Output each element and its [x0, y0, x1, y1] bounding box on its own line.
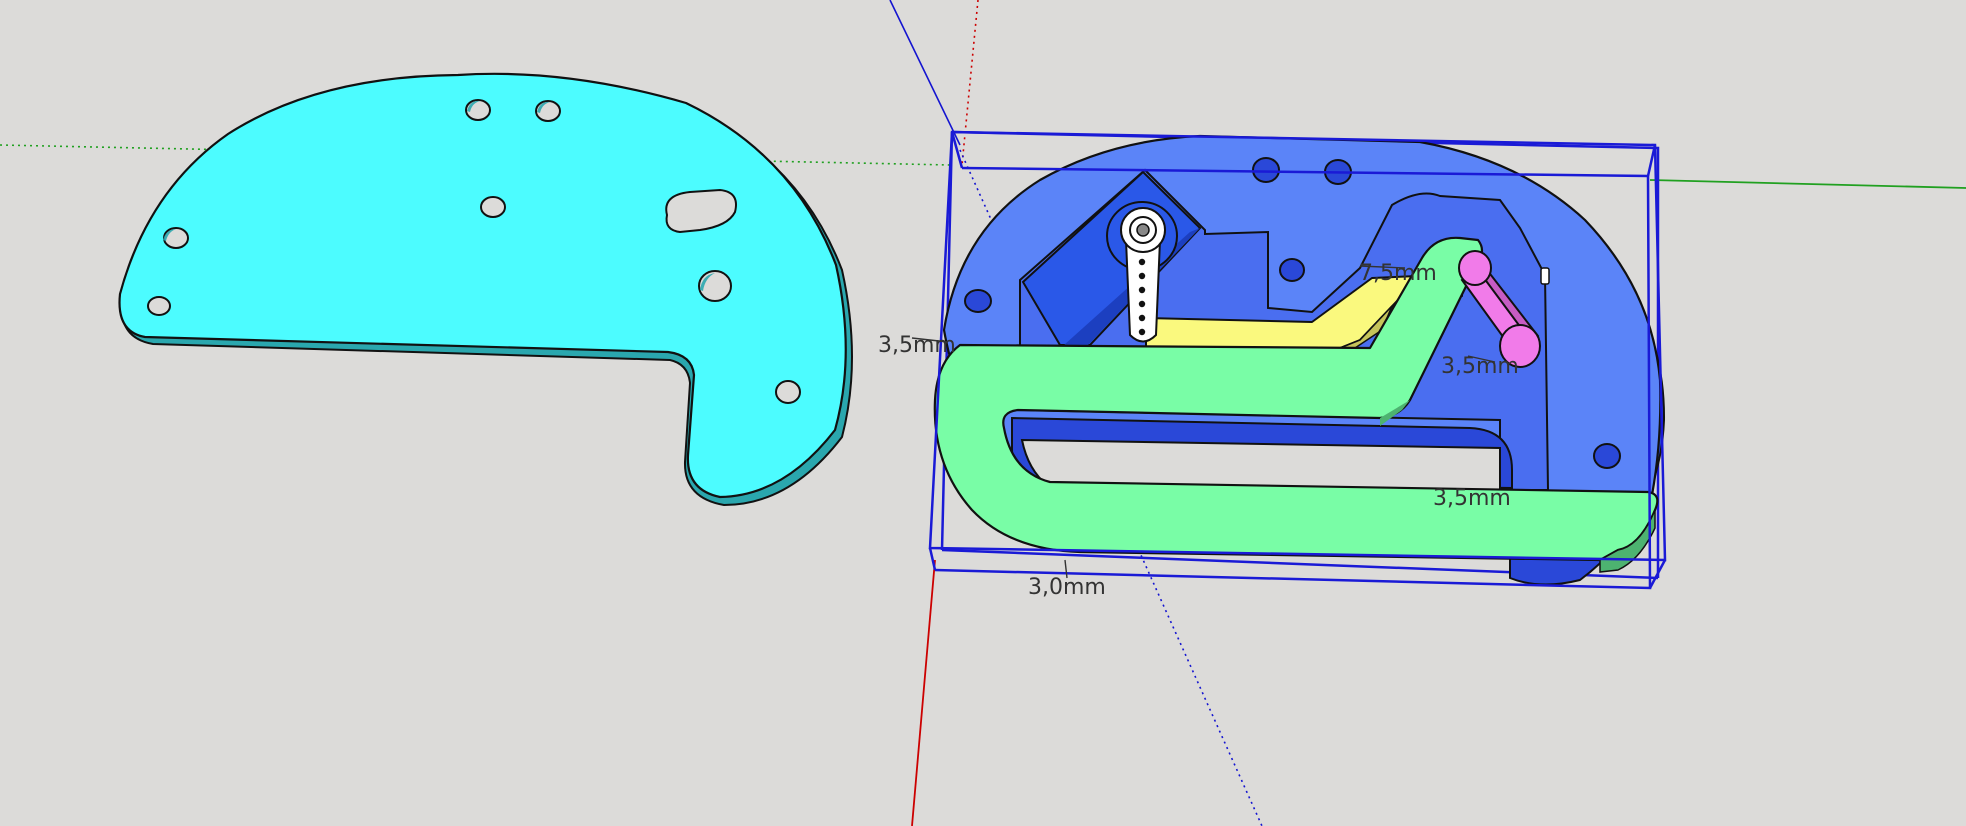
green-axis — [1649, 179, 1966, 189]
red-axis-dotted — [961, 0, 979, 166]
dimension-green-arm: 3,5mm — [1433, 486, 1511, 511]
dimension-bottom: 3,0mm — [1028, 575, 1106, 600]
cyan-plate[interactable] — [118, 72, 853, 506]
blue-axis — [889, 0, 961, 146]
cyan-plate-top — [118, 72, 847, 499]
blue-assembly[interactable] — [928, 130, 1667, 590]
modeling-viewport[interactable]: 3,5mm 7,5mm 3,5mm 3,5mm 3,0mm — [0, 0, 1966, 826]
dimension-top-arm: 7,5mm — [1359, 261, 1437, 286]
dimension-left-plate: 3,5mm — [878, 333, 956, 358]
red-axis — [911, 559, 936, 826]
dimension-pink-link: 3,5mm — [1441, 354, 1519, 379]
